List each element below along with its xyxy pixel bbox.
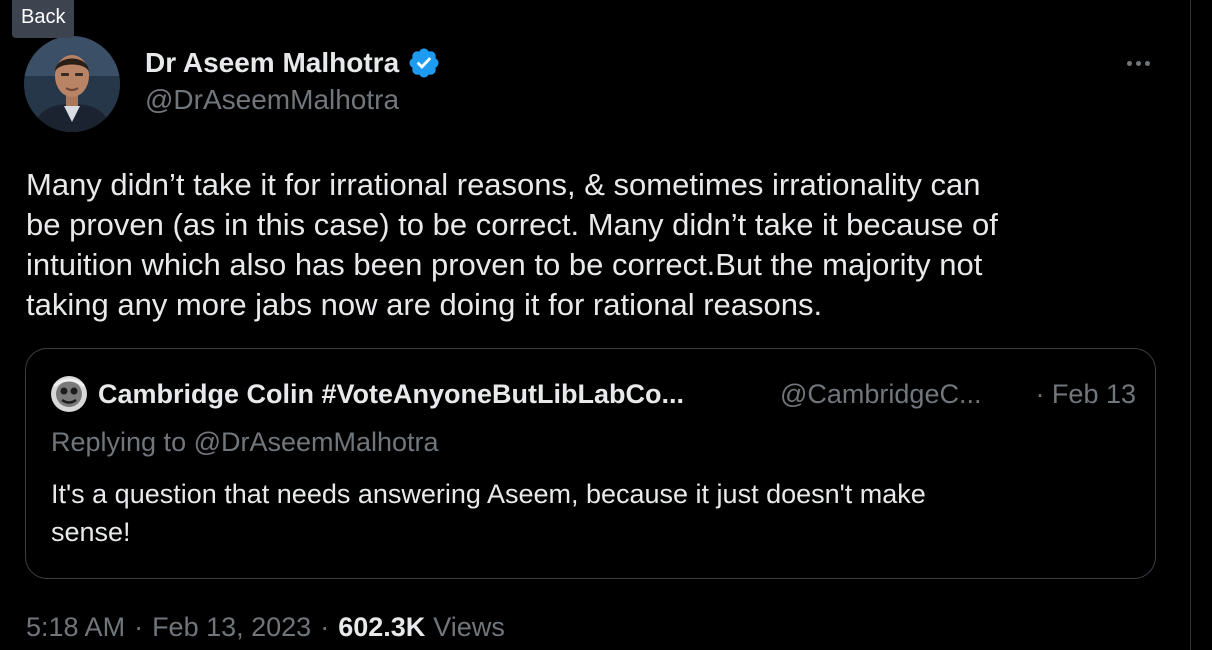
author-name[interactable]: Dr Aseem Malhotra: [145, 47, 399, 79]
views-count[interactable]: 602.3K: [338, 612, 425, 643]
tweet-text: Many didn’t take it for irrational reaso…: [26, 167, 998, 322]
quoted-replying-to[interactable]: Replying to @DrAseemMalhotra: [51, 427, 439, 458]
quoted-tweet-text: It's a question that needs answering Ase…: [51, 479, 926, 547]
column-divider: [1190, 0, 1191, 650]
quoted-author-name[interactable]: Cambridge Colin #VoteAnyoneButLibLabCo..…: [98, 379, 738, 410]
quoted-tweet-header: Cambridge Colin #VoteAnyoneButLibLabCo..…: [51, 373, 1136, 415]
author-name-row: Dr Aseem Malhotra: [145, 44, 441, 82]
quoted-author-handle[interactable]: @CambridgeC...: [780, 379, 1010, 410]
quoted-tweet-card[interactable]: Cambridge Colin #VoteAnyoneButLibLabCo..…: [25, 348, 1156, 579]
quoted-tweet-date[interactable]: · Feb 13: [1035, 379, 1136, 410]
meta-separator: ·: [320, 612, 330, 642]
meta-separator: ·: [134, 612, 144, 642]
more-options-icon[interactable]: [1118, 50, 1158, 76]
more-dot: [1126, 60, 1132, 66]
verified-badge-icon[interactable]: [407, 46, 441, 80]
tweet-time[interactable]: 5:18 AM: [26, 612, 125, 643]
tweet-date[interactable]: Feb 13, 2023: [152, 612, 311, 643]
author-avatar[interactable]: [24, 36, 120, 132]
back-button[interactable]: Back: [12, 0, 75, 38]
quoted-author-avatar[interactable]: [51, 376, 87, 412]
more-dot: [1135, 60, 1141, 66]
tweet-detail-view: Back Dr Aseem Malhotra @DrAseemMalhotra: [0, 0, 1212, 650]
more-dot: [1144, 60, 1150, 66]
author-handle[interactable]: @DrAseemMalhotra: [145, 84, 399, 116]
tweet-meta: 5:18 AM · Feb 13, 2023 · 602.3K Views: [26, 612, 505, 643]
views-label: Views: [433, 612, 505, 642]
